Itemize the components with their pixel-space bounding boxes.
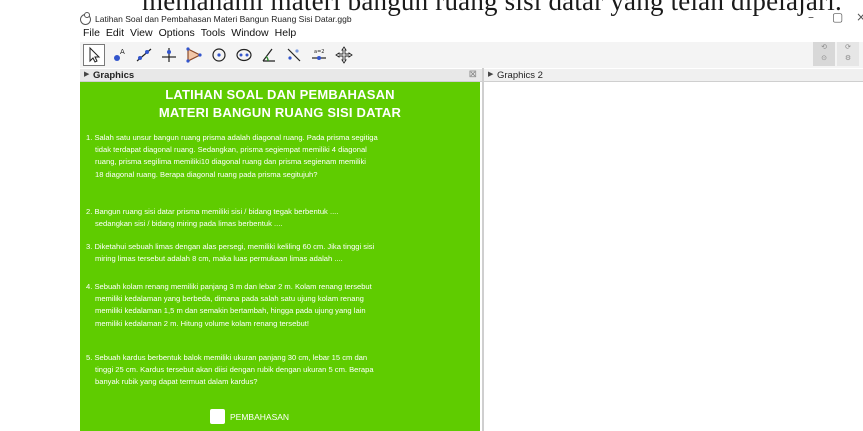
angle-icon (262, 48, 275, 62)
question-5: 5. Sebuah kardus berbentuk balok memilik… (86, 352, 466, 389)
maximize-button[interactable]: ▢ (832, 10, 843, 24)
close-view-icon[interactable]: ⊠ (469, 69, 477, 80)
menu-window[interactable]: Window (231, 27, 268, 39)
line-tool-button[interactable] (133, 44, 155, 66)
question-3-line-2: miring limas tersebut adalah 8 cm, maka … (95, 254, 343, 264)
question-4-line-3: memiliki kedalaman 1,5 m dan semakin ber… (95, 306, 366, 316)
menu-file[interactable]: File (83, 27, 100, 39)
geogebra-window: memahami materi bangun ruang sisi datar … (0, 0, 863, 431)
settings-icon: ⚙ (844, 55, 852, 62)
menu-help[interactable]: Help (275, 27, 297, 39)
question-4-line-2: memiliki kedalaman yang berbeda, dimana … (95, 294, 364, 304)
menu-tools[interactable]: Tools (201, 27, 226, 39)
heading-line-1: LATIHAN SOAL DAN PEMBAHASAN (165, 87, 395, 102)
minimize-button[interactable]: – (808, 10, 814, 24)
question-1-line-4: 18 diagonal ruang. Berapa diagonal ruang… (95, 169, 318, 179)
question-3-line-1: 3. Diketahui sebuah limas dengan alas pe… (86, 242, 375, 251)
question-4-line-1: 4. Sebuah kolam renang memiliki panjang … (86, 282, 372, 291)
circle-tool-button[interactable] (208, 44, 230, 66)
graphics2-view-title: Graphics 2 (497, 70, 543, 81)
close-button[interactable]: × (856, 10, 863, 24)
move-view-tool-button[interactable] (333, 44, 355, 66)
ellipse-icon (236, 48, 252, 62)
question-2: 2. Bangun ruang sisi datar prisma memili… (86, 206, 466, 230)
title-bar: Latihan Soal dan Pembahasan Materi Bangu… (0, 10, 863, 28)
window-title: Latihan Soal dan Pembahasan Materi Bangu… (95, 14, 352, 24)
slider-tool-button[interactable]: a=2 (308, 44, 330, 66)
svg-text:A: A (120, 48, 125, 56)
geogebra-app-icon (80, 12, 91, 25)
pembahasan-checkbox-row[interactable]: PEMBAHASAN (210, 409, 289, 424)
move-tool-button[interactable] (83, 44, 105, 66)
redo-icon: ⟳ (845, 44, 851, 51)
reflect-line-icon (287, 48, 301, 62)
menu-view[interactable]: View (130, 27, 153, 39)
undo-dot-icon: ⊙ (821, 55, 827, 62)
redo-button[interactable]: ⟳ ⚙ (837, 42, 859, 66)
question-5-line-2: tinggi 25 cm. Kardus tersebut akan diisi… (95, 365, 374, 375)
undo-icon: ⟲ (821, 44, 827, 51)
question-1-line-3: ruang, prisma segilima memiliki10 diagon… (95, 157, 366, 167)
circle-icon (212, 48, 226, 62)
polygon-tool-button[interactable] (183, 44, 205, 66)
menu-edit[interactable]: Edit (106, 27, 124, 39)
question-2-line-1: 2. Bangun ruang sisi datar prisma memili… (86, 207, 339, 216)
question-4: 4. Sebuah kolam renang memiliki panjang … (86, 281, 466, 330)
menu-bar: File Edit View Options Tools Window Help (83, 27, 296, 39)
pembahasan-checkbox[interactable] (210, 409, 225, 424)
menu-options[interactable]: Options (159, 27, 195, 39)
angle-tool-button[interactable] (258, 44, 280, 66)
graphics2-view-header[interactable]: ▶ Graphics 2 (484, 69, 863, 82)
line-icon (136, 48, 152, 62)
point-icon: A (114, 48, 125, 61)
heading-line-2: MATERI BANGUN RUANG SISI DATAR (158, 105, 402, 120)
point-tool-button[interactable]: A (108, 44, 130, 66)
reflect-tool-button[interactable] (283, 44, 305, 66)
perpendicular-line-icon (162, 48, 176, 62)
graphics-view-title: Graphics (93, 70, 135, 81)
triangle-right-icon: ▶ (488, 71, 494, 78)
toolbar: A a=2 ⟲ ⊙ ⟳ ⚙ (80, 42, 863, 68)
question-1-line-1: 1. Salah satu unsur bangun ruang prisma … (86, 133, 378, 142)
svg-text:a=2: a=2 (314, 49, 324, 55)
question-3: 3. Diketahui sebuah limas dengan alas pe… (86, 241, 466, 265)
question-1-line-2: tidak terdapat diagonal ruang. Sedangkan… (95, 145, 367, 155)
question-1: 1. Salah satu unsur bangun ruang prisma … (86, 132, 466, 181)
question-2-line-2: sedangkan sisi / bidang miring pada lima… (95, 219, 283, 229)
view-divider[interactable] (482, 68, 484, 431)
graphics-canvas[interactable]: LATIHAN SOAL DAN PEMBAHASAN MATERI BANGU… (80, 82, 480, 431)
question-5-line-3: banyak rubik yang dapat termuat dalam ka… (95, 377, 258, 387)
triangle-right-icon: ▶ (84, 71, 90, 78)
undo-button[interactable]: ⟲ ⊙ (813, 42, 835, 66)
perpendicular-tool-button[interactable] (158, 44, 180, 66)
question-5-line-1: 5. Sebuah kardus berbentuk balok memilik… (86, 353, 368, 362)
slider-icon: a=2 (312, 49, 326, 60)
pembahasan-checkbox-label[interactable]: PEMBAHASAN (230, 412, 289, 422)
ellipse-tool-button[interactable] (233, 44, 255, 66)
polygon-icon (186, 47, 202, 63)
cursor-arrow-icon (89, 46, 101, 63)
graphics-view-header[interactable]: ▶ Graphics ⊠ (80, 69, 482, 82)
move-graphics-view-icon (335, 46, 353, 64)
question-4-line-4: memiliki kedalaman 2 m. Hitung volume ko… (95, 318, 309, 328)
